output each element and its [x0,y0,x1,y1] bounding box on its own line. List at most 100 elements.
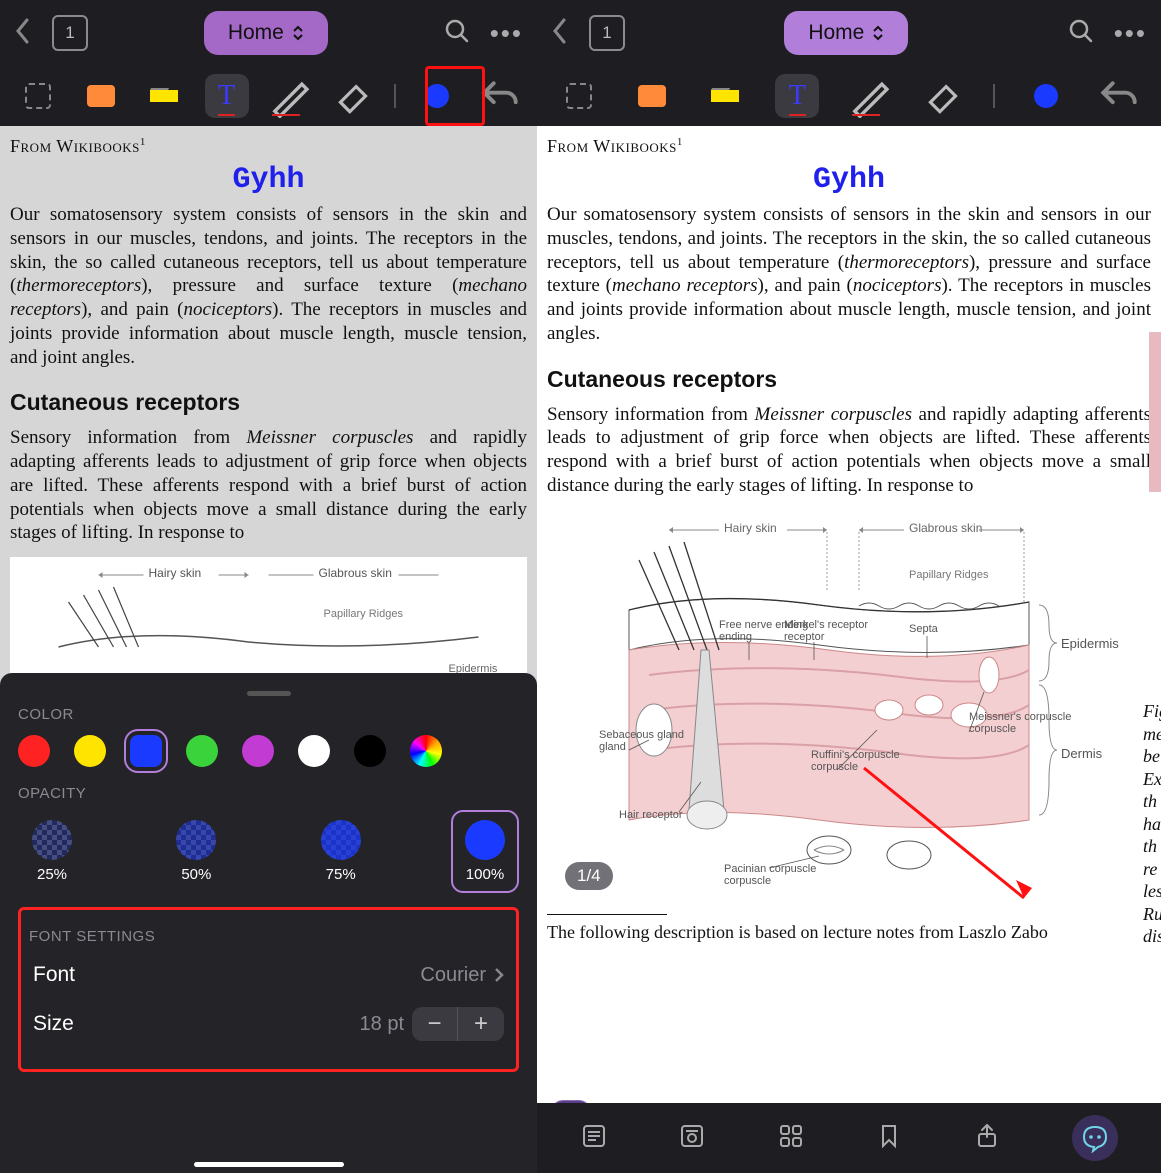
swatch-red[interactable] [18,735,50,767]
shape-color-tool[interactable] [1024,74,1068,118]
annotation-text-gyhh[interactable]: Gyhh [547,163,1151,197]
highlighter-tool[interactable] [142,74,186,118]
svg-text:Merkel's receptor: Merkel's receptor [784,619,868,631]
paragraph-1: Our somatosensory system consists of sen… [10,203,527,369]
annotation-text-gyhh[interactable]: Gyhh [10,163,527,197]
opacity-grid: 25% 50% 75% 100% [18,810,519,893]
svg-text:ending: ending [719,631,752,643]
paragraph-2: Sensory information from Meissner corpus… [10,426,527,545]
grid-icon[interactable] [777,1122,805,1155]
more-icon[interactable]: ••• [1114,18,1147,49]
opacity-section-label: OPACITY [18,785,519,802]
swatch-purple[interactable] [242,735,274,767]
svg-text:receptor: receptor [784,631,825,643]
home-indicator[interactable] [194,1162,344,1167]
chevron-updown-icon [872,25,884,41]
font-settings-label: FONT SETTINGS [29,928,508,945]
font-row[interactable]: Font Courier [29,953,508,997]
svg-text:Glabrous skin: Glabrous skin [319,566,392,580]
comment-tool[interactable] [79,74,123,118]
svg-text:Epidermis: Epidermis [1061,636,1119,651]
svg-text:Meissner's corpuscle: Meissner's corpuscle [969,711,1071,723]
pencil-tool[interactable] [268,74,312,118]
paragraph-2: Sensory information from Meissner corpus… [547,403,1151,498]
bookmark-icon[interactable] [875,1122,903,1155]
svg-text:corpuscle: corpuscle [969,723,1016,735]
undo-button[interactable] [1097,74,1141,118]
view-mode-icon[interactable] [678,1122,706,1155]
ai-assistant-button[interactable] [1072,1115,1118,1161]
svg-text:Septa: Septa [909,623,939,635]
svg-text:Dermis: Dermis [1061,746,1103,761]
chevron-right-icon [494,967,504,983]
heading-cutaneous: Cutaneous receptors [547,366,1151,393]
back-button[interactable] [14,17,32,50]
highlighter-tool[interactable] [703,74,747,118]
top-nav: 1 Home ••• [0,0,537,66]
footnote-text: The following description is based on le… [547,921,1151,944]
search-icon[interactable] [1068,18,1094,49]
swatch-yellow[interactable] [74,735,106,767]
style-sheet-panel[interactable]: COLOR OPACITY 25% 50% 75% 100% FONT SETT… [0,673,537,1173]
opacity-100[interactable]: 100% [451,810,519,893]
svg-text:Hairy skin: Hairy skin [149,566,202,580]
svg-text:Ruffini's corpuscle: Ruffini's corpuscle [811,749,900,761]
source-line: From Wikibooks1 [547,136,1151,157]
toolbar-divider [993,84,995,108]
page-indicator: 1/4 [565,862,613,890]
color-swatches [18,731,519,771]
swatch-white[interactable] [298,735,330,767]
size-increase[interactable]: + [458,1007,504,1041]
eraser-tool[interactable] [921,74,965,118]
more-icon[interactable]: ••• [490,18,523,49]
eraser-tool[interactable] [331,74,375,118]
text-tool[interactable]: T [205,74,249,118]
svg-text:Pacinian corpuscle: Pacinian corpuscle [724,863,816,875]
opacity-25[interactable]: 25% [18,810,86,893]
home-label: Home [808,21,864,45]
paragraph-1: Our somatosensory system consists of sen… [547,203,1151,346]
svg-text:corpuscle: corpuscle [724,875,771,887]
swatch-custom-color[interactable] [410,735,442,767]
footnote-rule [547,914,667,915]
share-icon[interactable] [973,1122,1001,1155]
page-count-badge[interactable]: 1 [52,15,88,51]
swatch-black[interactable] [354,735,386,767]
document-content[interactable]: From Wikibooks1 Gyhh Our somatosensory s… [537,126,1161,1103]
page-count-badge[interactable]: 1 [589,15,625,51]
swatch-green[interactable] [186,735,218,767]
svg-text:corpuscle: corpuscle [811,761,858,773]
toolbar-divider [394,84,396,108]
select-area-tool[interactable] [557,74,601,118]
text-tool[interactable]: T [775,74,819,118]
svg-text:Papillary Ridges: Papillary Ridges [324,608,404,620]
color-section-label: COLOR [18,706,519,723]
annotation-margin-marker[interactable] [1149,332,1161,492]
heading-cutaneous: Cutaneous receptors [10,389,527,416]
sheet-grabber[interactable] [247,691,291,696]
opacity-75[interactable]: 75% [307,810,375,893]
comment-tool[interactable] [630,74,674,118]
bottom-toolbar [537,1103,1161,1173]
home-button[interactable]: Home [204,11,328,55]
svg-text:Papillary Ridges: Papillary Ridges [909,569,989,581]
size-stepper: − + [412,1007,504,1041]
chevron-updown-icon [292,25,304,41]
size-decrease[interactable]: − [412,1007,458,1041]
home-button[interactable]: Home [784,11,908,55]
top-nav: 1 Home ••• [537,0,1161,66]
search-icon[interactable] [444,18,470,49]
swatch-blue[interactable] [130,735,162,767]
back-button[interactable] [551,17,569,50]
pencil-tool[interactable] [848,74,892,118]
source-line: From Wikibooks1 [10,136,527,157]
svg-text:Hairy skin: Hairy skin [724,521,777,535]
select-area-tool[interactable] [16,74,60,118]
skin-diagram: Hairy skin Glabrous skin Papillary Ridge… [10,557,527,677]
outline-icon[interactable] [580,1122,608,1155]
svg-text:Sebaceous gland: Sebaceous gland [599,729,684,741]
home-label: Home [228,21,284,45]
opacity-50[interactable]: 50% [162,810,230,893]
selection-handle[interactable]: ||| [551,1100,591,1103]
highlight-box-shape-tool [425,66,485,126]
